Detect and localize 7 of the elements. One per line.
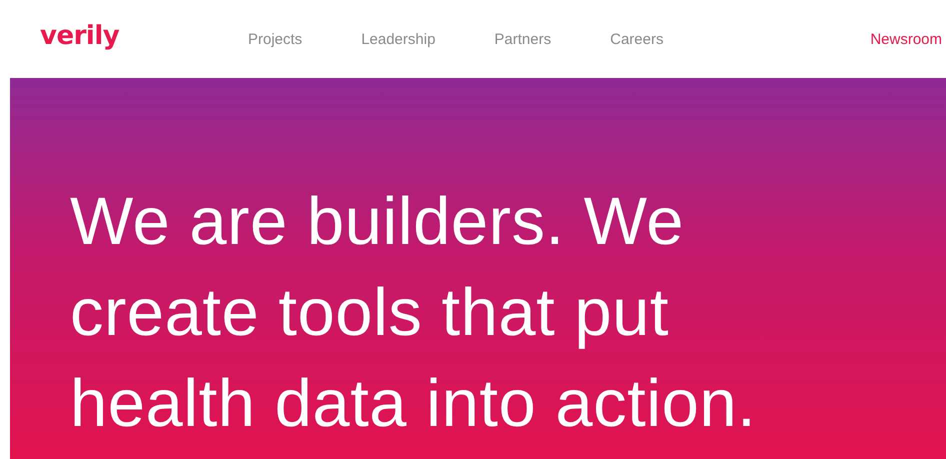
nav-link[interactable]: Partners	[494, 30, 552, 48]
nav-link[interactable]: Careers	[610, 30, 664, 48]
verily-logo[interactable]: verily	[40, 21, 248, 51]
nav-link[interactable]: Leadership	[361, 30, 436, 48]
hero-headline: We are builders. We create tools that put health data into action.	[70, 183, 758, 443]
nav-link[interactable]: Newsroom	[870, 30, 942, 48]
nav-link[interactable]: Projects	[248, 30, 302, 48]
